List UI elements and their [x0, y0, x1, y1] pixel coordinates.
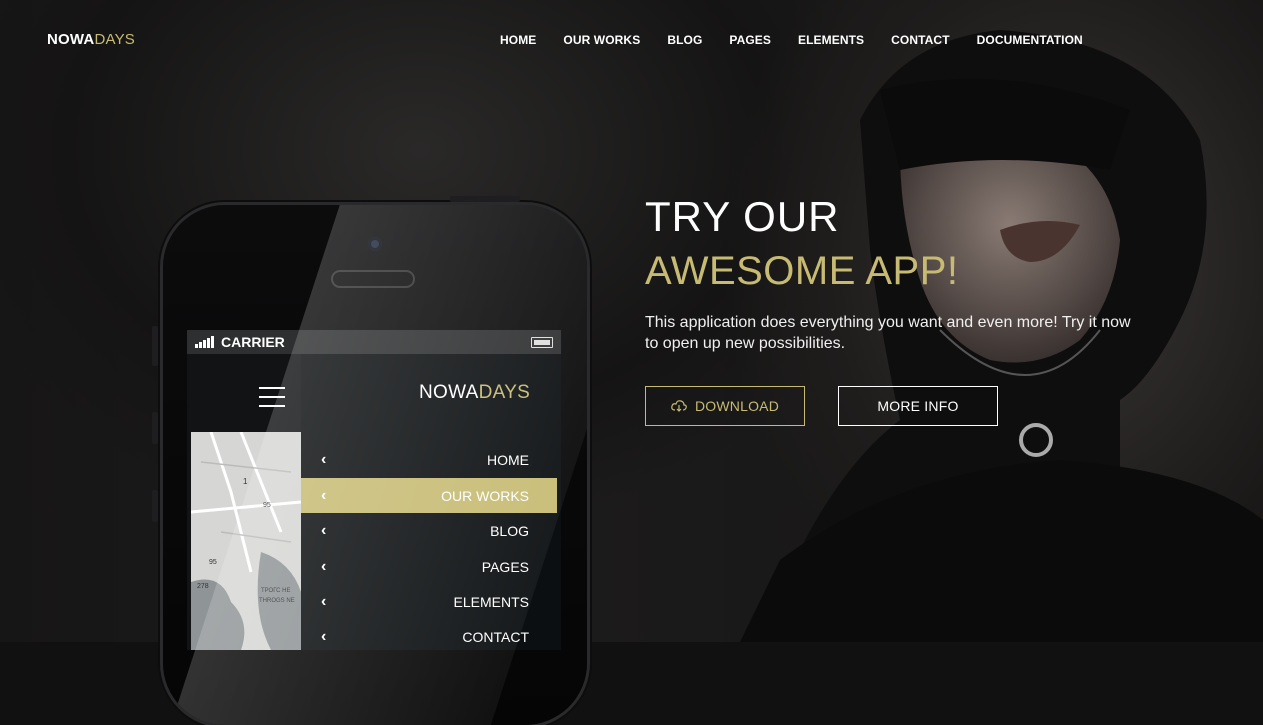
- phone-menu-item-elements[interactable]: ‹ ELEMENTS: [301, 584, 557, 619]
- phone-menu-item-contact[interactable]: ‹ CONTACT: [301, 619, 557, 650]
- signal-icon: [195, 336, 214, 348]
- phone-menu-item-our-works[interactable]: ‹ OUR WORKS: [301, 478, 557, 513]
- more-info-button[interactable]: MORE INFO: [838, 386, 998, 426]
- nav-contact[interactable]: CONTACT: [891, 33, 949, 47]
- map-thumbnail: 1 95 95 278 ТРОГС НЕ THROGS NE: [191, 432, 301, 650]
- download-label: DOWNLOAD: [694, 398, 780, 414]
- phone-screen: CARRIER 1 95 95 278 ТРОГС НЕ THROGS NE N…: [187, 330, 561, 650]
- site-logo[interactable]: NOWADAYS: [47, 31, 135, 48]
- map-label: THROGS NE: [259, 598, 295, 604]
- phone-logo: NOWADAYS: [419, 382, 530, 404]
- map-label: 278: [197, 583, 209, 590]
- download-button[interactable]: DOWNLOAD: [645, 386, 805, 426]
- nav-elements[interactable]: ELEMENTS: [798, 33, 864, 47]
- phone-sidebar: 1 95 95 278 ТРОГС НЕ THROGS NE: [187, 354, 301, 650]
- phone-menu: NOWADAYS ‹ HOME ‹ OUR WORKS ‹ BLOG ‹ PAGES ‹…: [301, 354, 561, 650]
- phone-menu-label: PAGES: [481, 558, 529, 575]
- map-label: 1: [243, 477, 248, 486]
- battery-icon: [531, 337, 553, 348]
- phone-speaker: [333, 272, 413, 286]
- map-label: 95: [209, 559, 217, 566]
- logo-part-nowa: NOWA: [47, 31, 95, 48]
- nav-home[interactable]: HOME: [500, 33, 536, 47]
- more-info-label: MORE INFO: [877, 398, 959, 414]
- hero-title-line2: AWESOME APP!: [645, 249, 959, 293]
- cloud-download-icon: [671, 400, 687, 412]
- logo-part-days: DAYS: [94, 31, 136, 48]
- phone-menu-label: CONTACT: [462, 628, 529, 645]
- phone-menu-item-home[interactable]: ‹ HOME: [301, 442, 557, 477]
- chevron-left-icon: ‹: [321, 450, 327, 468]
- phone-logo-part-nowa: NOWA: [419, 382, 479, 403]
- nav-blog[interactable]: BLOG: [667, 33, 702, 47]
- phone-menu-label: HOME: [487, 451, 529, 468]
- phone-menu-label: BLOG: [490, 522, 529, 539]
- map-label: 95: [263, 502, 271, 509]
- nav-documentation[interactable]: DOCUMENTATION: [977, 33, 1083, 47]
- phone-camera: [368, 237, 382, 251]
- hamburger-menu-icon[interactable]: [259, 387, 285, 414]
- phone-status-bar: CARRIER: [187, 330, 561, 354]
- phone-side-button: [152, 490, 158, 522]
- carrier-label: CARRIER: [221, 334, 285, 350]
- phone-side-button: [152, 326, 158, 366]
- nav-our-works[interactable]: OUR WORKS: [563, 33, 640, 47]
- chevron-left-icon: ‹: [321, 557, 327, 575]
- chevron-left-icon: ‹: [321, 627, 327, 645]
- chevron-left-icon: ‹: [321, 521, 327, 539]
- phone-side-button: [152, 412, 158, 444]
- phone-menu-item-blog[interactable]: ‹ BLOG: [301, 513, 557, 548]
- phone-logo-part-days: DAYS: [478, 382, 531, 403]
- phone-top-button: [450, 196, 520, 202]
- nav-pages[interactable]: PAGES: [729, 33, 771, 47]
- phone-menu-item-pages[interactable]: ‹ PAGES: [301, 549, 557, 584]
- hero-title-line1: TRY OUR: [645, 193, 840, 240]
- map-label: ТРОГС НЕ: [261, 588, 291, 594]
- main-nav: HOME OUR WORKS BLOG PAGES ELEMENTS CONTA…: [500, 33, 1110, 47]
- chevron-left-icon: ‹: [321, 592, 327, 610]
- phone-menu-label: ELEMENTS: [453, 593, 529, 610]
- phone-menu-label: OUR WORKS: [441, 487, 529, 504]
- hero-description: This application does everything you wan…: [645, 314, 1131, 352]
- chevron-left-icon: ‹: [321, 486, 327, 504]
